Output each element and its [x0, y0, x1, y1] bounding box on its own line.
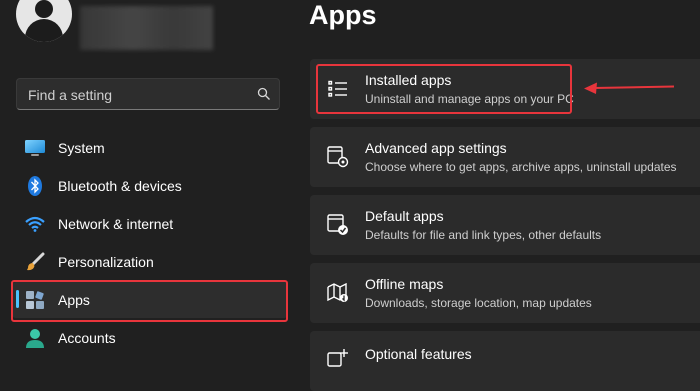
sidebar-item-bluetooth[interactable]: Bluetooth & devices	[12, 168, 288, 204]
sidebar-item-label: Network & internet	[58, 216, 174, 232]
search-input[interactable]	[26, 79, 250, 111]
sidebar-item-network[interactable]: Network & internet	[12, 206, 288, 242]
card-title: Default apps	[365, 208, 444, 224]
bluetooth-icon	[24, 175, 46, 197]
brush-icon	[24, 251, 46, 273]
map-icon	[326, 281, 350, 305]
user-avatar-icon[interactable]	[16, 0, 72, 42]
annotation-highlight-apps	[11, 280, 288, 322]
page-title: Apps	[309, 0, 377, 30]
monitor-icon	[24, 137, 46, 159]
sidebar-item-label: Bluetooth & devices	[58, 178, 182, 194]
blurred-username	[80, 6, 213, 50]
default-apps-icon	[326, 213, 350, 237]
card-subtitle: Defaults for file and link types, other …	[365, 228, 602, 242]
card-default-apps[interactable]: Default apps Defaults for file and link …	[310, 195, 700, 255]
sidebar-item-label: Accounts	[58, 330, 116, 346]
avatar-body	[25, 19, 63, 42]
card-advanced-app-settings[interactable]: Advanced app settings Choose where to ge…	[310, 127, 700, 187]
person-icon	[24, 327, 46, 349]
sidebar-item-label: System	[58, 140, 105, 156]
search-icon[interactable]	[257, 87, 271, 106]
card-optional-features[interactable]: Optional features	[310, 331, 700, 391]
sidebar-item-system[interactable]: System	[12, 130, 288, 166]
card-title: Offline maps	[365, 276, 444, 292]
card-offline-maps[interactable]: Offline maps Downloads, storage location…	[310, 263, 700, 323]
card-title: Optional features	[365, 346, 472, 362]
add-feature-icon	[326, 347, 350, 371]
card-title: Advanced app settings	[365, 140, 507, 156]
wifi-icon	[24, 213, 46, 235]
card-subtitle: Choose where to get apps, archive apps, …	[365, 160, 677, 174]
card-subtitle: Downloads, storage location, map updates	[365, 296, 592, 310]
annotation-highlight-installed-apps	[316, 64, 572, 114]
sidebar-item-accounts[interactable]: Accounts	[12, 320, 288, 356]
sidebar-item-label: Personalization	[58, 254, 154, 270]
search-box[interactable]	[16, 78, 280, 111]
annotation-arrow-icon	[584, 81, 676, 100]
sidebar-item-personalization[interactable]: Personalization	[12, 244, 288, 280]
avatar-head	[35, 0, 53, 18]
app-settings-icon	[326, 145, 350, 169]
